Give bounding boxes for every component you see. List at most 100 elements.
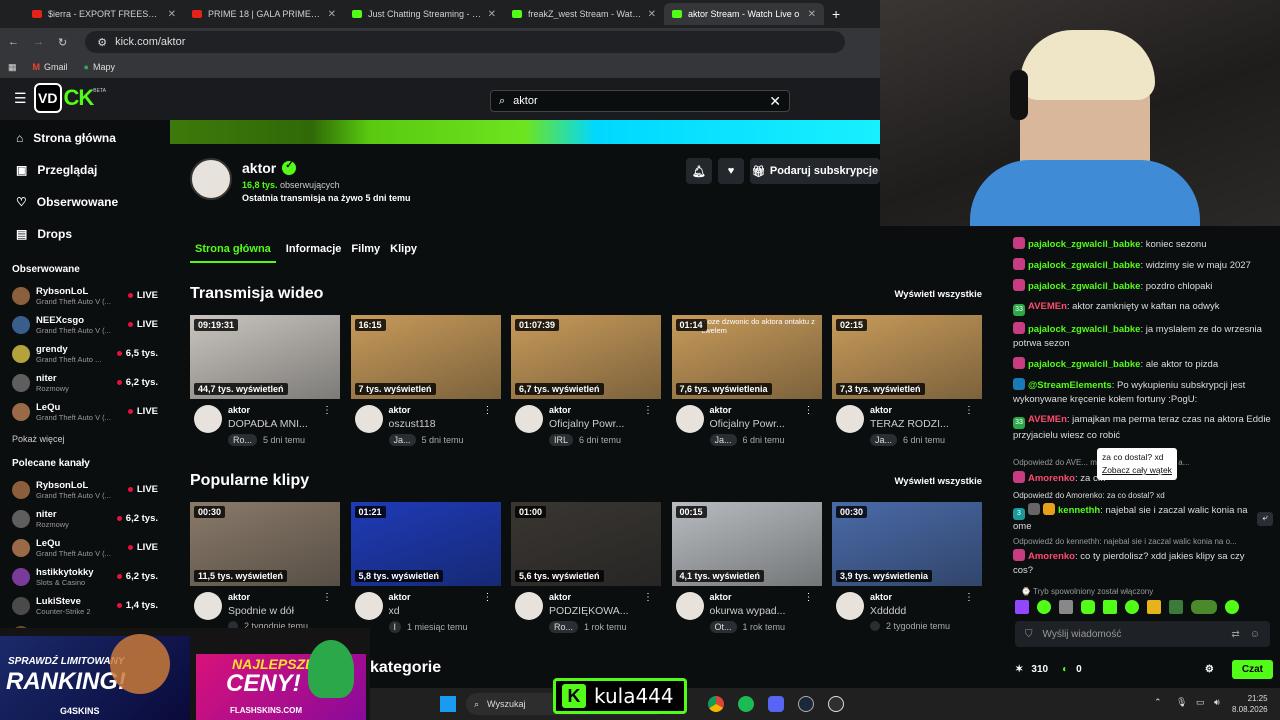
browser-tab[interactable]: Just Chatting Streaming - Live S ✕ [344,3,504,25]
more-options-icon[interactable]: ⋮ [964,405,974,416]
search-input[interactable]: ⌕ aktor ✕ [490,90,790,112]
close-tab-icon[interactable]: ✕ [488,9,496,20]
emote-icon[interactable] [1059,600,1073,614]
mic-icon[interactable]: 🎙︎ [1176,697,1187,708]
video-author[interactable]: aktor [870,405,892,415]
more-options-icon[interactable]: ⋮ [322,405,332,416]
tab-videos[interactable]: Filmy [351,243,380,263]
windows-start-icon[interactable] [440,696,456,712]
emote-icon[interactable] [1191,600,1217,614]
more-options-icon[interactable]: ⋮ [804,405,814,416]
kick-logo[interactable]: VD CK BETA [34,83,106,113]
discord-icon[interactable] [768,696,784,712]
video-card[interactable]: moze dzwonic do aktora ontaktu z cwelem 0… [671,315,822,455]
avatar[interactable] [354,592,383,620]
reload-icon[interactable]: ↻ [58,36,67,49]
chat-username[interactable]: AVEMEn [1028,301,1067,312]
video-card[interactable]: 00:30 3,9 tys. wyświetlenia aktor ⋮ Xddddd 2 … [832,502,982,642]
emote-icon[interactable] [1147,600,1161,614]
tab-clips[interactable]: Klipy [390,243,417,263]
avatar[interactable] [515,405,543,433]
avatar[interactable] [354,405,383,433]
chat-username[interactable]: kennethh [1058,505,1100,516]
video-author[interactable]: aktor [549,592,571,602]
close-tab-icon[interactable]: ✕ [808,9,816,20]
volume-icon[interactable]: 🔊︎ [1214,697,1220,708]
sidebar-channel[interactable]: niter Rozmowy 6,2 tys. [0,504,170,533]
video-title[interactable]: Oficjalny Powr... [549,418,649,430]
bookmark-gmail[interactable]: M Gmail [33,62,68,72]
sidebar-item-browse[interactable]: ▣ Przeglądaj [0,154,170,186]
chat-username[interactable]: AVEMEn [1028,414,1067,425]
emote-icon[interactable] [1125,600,1139,614]
video-author[interactable]: aktor [228,405,250,415]
close-tab-icon[interactable]: ✕ [168,9,176,20]
category-tag[interactable]: I [388,621,402,633]
chat-username[interactable]: pajalock_zgwalcil_babke [1028,324,1140,335]
sidebar-channel[interactable]: niter Rozmowy 6,2 tys. [0,368,170,397]
url-input[interactable]: ⚙ kick.com/aktor [85,31,846,53]
browser-tab[interactable]: $ierra - EXPORT FREESTYLE (OF ✕ [24,3,184,25]
video-thumbnail[interactable]: 01:00 5,6 tys. wyświetleń [511,502,661,586]
avatar[interactable] [515,592,543,620]
video-title[interactable]: xd [389,605,489,617]
emote-icon[interactable] [1037,600,1051,614]
network-icon[interactable]: ▭ [1196,697,1205,708]
clear-search-icon[interactable]: ✕ [769,93,781,110]
avatar[interactable] [675,405,704,433]
videos-see-all-link[interactable]: Wyświetl wszystkie [895,289,982,300]
apps-icon[interactable]: ▦ [8,62,17,73]
back-icon[interactable]: ← [8,36,19,48]
tab-about[interactable]: Informacje [286,243,342,263]
clock[interactable]: 21:25 8.08.2026 [1232,693,1268,715]
emote-icon[interactable] [1169,600,1183,614]
video-thumbnail[interactable]: moze dzwonic do aktora ontaktu z cwelem 0… [671,315,822,399]
avatar[interactable] [836,405,864,433]
video-card[interactable]: 01:00 5,6 tys. wyświetleń aktor ⋮ PODZIĘKOWA… [511,502,661,642]
video-card[interactable]: 09:19:31 44,7 tys. wyświetleń aktor ⋮ DOPADŁ… [190,315,340,455]
category-tag[interactable]: Ja... [388,434,416,446]
emote-icon[interactable] [1015,600,1029,614]
sidebar-channel[interactable]: LeQu Grand Theft Auto V (... LIVE [0,397,170,426]
video-title[interactable]: Spodnie w dół [228,605,328,617]
sidebar-channel[interactable]: RybsonLoL Grand Theft Auto V (... LIVE [0,475,170,504]
video-card[interactable]: 00:30 11,5 tys. wyświetleń aktor ⋮ Spodnie w… [190,502,340,642]
video-title[interactable]: PODZIĘKOWA... [549,605,649,617]
steam-icon[interactable] [798,696,814,712]
notifications-button[interactable]: 🔔︎ [686,158,712,184]
tray-chevron-icon[interactable]: ⌃ [1154,697,1162,708]
video-title[interactable]: DOPADŁA MNI... [228,418,328,430]
video-thumbnail[interactable]: 01:07:39 6,7 tys. wyświetleń [511,315,661,399]
category-tag[interactable]: IRL [549,434,574,446]
video-card[interactable]: 01:21 5,8 tys. wyświetleń aktor ⋮ xd I 1 miesi… [350,502,501,642]
site-info-icon[interactable]: ⚙ [97,36,107,49]
video-thumbnail[interactable]: 16:15 7 tys. wyświetleń [350,315,501,399]
close-tab-icon[interactable]: ✕ [328,9,336,20]
chat-username[interactable]: Amorenko [1028,551,1075,562]
video-title[interactable]: TERAZ RODZI... [870,418,970,430]
sidebar-channel[interactable]: RybsonLoL Grand Theft Auto V (... LIVE [0,281,170,310]
scroll-to-bottom-icon[interactable]: ⤶ [1257,512,1273,526]
video-card[interactable]: 16:15 7 tys. wyświetleń aktor ⋮ oszust118 Ja.… [350,315,501,455]
category-tag[interactable]: Ja... [870,434,898,446]
sidebar-channel[interactable]: hstikkytokky Slots & Casino 6,2 tys. [0,562,170,591]
browser-tab-active[interactable]: aktor Stream - Watch Live o ✕ [664,3,824,25]
avatar[interactable] [194,405,222,433]
see-thread-link[interactable]: Zobacz cały wątek [1102,464,1172,477]
chat-username[interactable]: pajalock_zgwalcil_babke [1028,239,1140,250]
avatar[interactable] [190,158,232,200]
video-thumbnail[interactable]: 00:30 11,5 tys. wyświetleń [190,502,340,586]
video-card[interactable]: 01:07:39 6,7 tys. wyświetleń aktor ⋮ Oficjal… [511,315,661,455]
video-title[interactable]: oszust118 [389,418,489,430]
obs-icon[interactable] [828,696,844,712]
video-author[interactable]: aktor [710,405,732,415]
chat-username[interactable]: pajalock_zgwalcil_babke [1028,260,1140,271]
more-options-icon[interactable]: ⋮ [643,405,653,416]
settings-icon[interactable]: ⚙ [1205,664,1214,675]
more-options-icon[interactable]: ⋮ [643,592,653,603]
follow-button[interactable]: ♥ [718,158,744,184]
category-tag[interactable]: Ot... [709,621,737,633]
emoji-icon[interactable]: ☺ [1250,629,1260,640]
avatar[interactable] [836,592,864,620]
menu-icon[interactable]: ☰ [14,90,27,107]
